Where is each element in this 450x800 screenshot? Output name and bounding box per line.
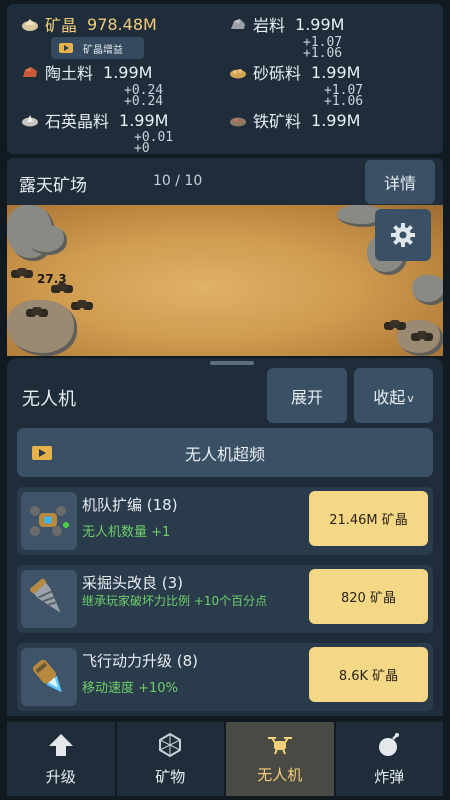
rock — [27, 225, 67, 255]
drill-head-icon — [21, 570, 77, 628]
boost-label: 矿晶增益 — [83, 44, 123, 56]
resource-value: 1.99M — [311, 62, 361, 82]
panel-title: 无人机 — [22, 389, 76, 410]
resource-name: 砂砾料 — [253, 64, 302, 83]
resource-iron-ore: 铁矿料 1.99M — [229, 108, 360, 132]
resource-name: 石英晶料 — [45, 112, 110, 131]
bomb-icon — [379, 732, 400, 756]
settings-button[interactable] — [375, 209, 431, 261]
resource-delta: +0.24 +0.24 — [124, 83, 164, 109]
iron-ore-icon — [230, 117, 246, 127]
resource-delta: +0.01 +0 — [134, 130, 174, 156]
crystal-icon — [22, 19, 38, 31]
tab-upgrade[interactable]: 升级 — [7, 722, 115, 796]
chevron-down-icon: v — [407, 392, 414, 405]
resource-value: 1.99M — [295, 14, 345, 34]
video-ad-icon — [59, 43, 73, 53]
quartz-icon — [22, 115, 38, 127]
rock-icon — [231, 19, 245, 29]
thruster-icon — [21, 648, 77, 706]
tab-bomb[interactable]: 炸弹 — [335, 722, 443, 796]
upgrade-row: 飞行动力升级 (8) 移动速度 +10% 8.6K 矿晶 — [17, 643, 433, 711]
resource-delta: +1.07 +1.06 — [324, 83, 364, 109]
mine-title: 露天矿场 — [19, 176, 87, 196]
resource-value: 978.48M — [87, 14, 157, 34]
bottom-nav: 升级 矿物 无人机 炸弹 — [7, 722, 443, 796]
buy-upgrade-button[interactable]: 8.6K 矿晶 — [309, 647, 428, 702]
upgrade-row: 机队扩编 (18) 无人机数量 +1 21.46M 矿晶 — [17, 487, 433, 555]
detail-button[interactable]: 详情 — [365, 160, 435, 204]
tab-label: 升级 — [45, 767, 76, 786]
drone-unit — [77, 300, 87, 308]
gravel-icon — [230, 69, 246, 79]
tab-label: 矿物 — [155, 767, 186, 786]
rock — [7, 300, 77, 356]
resource-name: 岩料 — [253, 16, 286, 35]
collapse-label: 收起 — [373, 387, 406, 407]
tab-minerals[interactable]: 矿物 — [116, 722, 224, 796]
mineral-icon — [159, 732, 182, 757]
resource-gravel: 砂砾料 1.99M — [229, 60, 360, 84]
resource-delta: +1.07 +1.06 — [303, 35, 343, 61]
upgrade-title: 采掘头改良 (3) — [82, 574, 184, 592]
upgrade-desc: 无人机数量 +1 — [82, 525, 171, 540]
up-arrow-icon — [48, 733, 73, 756]
resource-clay: 陶土料 1.99M — [21, 60, 152, 84]
resource-panel: 矿晶 978.48M 矿晶增益 岩料 1.99M +1.07 +1.06 陶土料 … — [7, 4, 443, 156]
upgrade-title: 飞行动力升级 (8) — [82, 652, 199, 670]
drone-unit — [417, 331, 427, 339]
resource-name: 陶土料 — [45, 64, 94, 83]
resource-quartz: 石英晶料 1.99M — [21, 108, 168, 132]
upgrade-desc: 继承玩家破坏力比例 +10个百分点 — [82, 594, 268, 608]
crystal-boost-button[interactable]: 矿晶增益 — [51, 37, 144, 59]
rock — [412, 275, 443, 305]
drone-overclock-button[interactable]: 无人机超频 — [17, 428, 433, 477]
tab-label: 炸弹 — [374, 767, 405, 786]
mine-count: 10 / 10 — [153, 173, 203, 189]
clay-icon — [23, 67, 37, 77]
drone-icon — [267, 736, 292, 754]
resource-value: 1.99M — [311, 110, 361, 130]
buy-upgrade-button[interactable]: 820 矿晶 — [309, 569, 428, 624]
upgrade-title: 机队扩编 (18) — [82, 496, 178, 514]
expand-button[interactable]: 展开 — [267, 368, 347, 423]
resource-value: 1.99M — [119, 110, 169, 130]
resource-name: 铁矿料 — [253, 112, 302, 131]
mine-header: 露天矿场 10 / 10 详情 — [7, 158, 443, 205]
buy-upgrade-button[interactable]: 21.46M 矿晶 — [309, 491, 428, 546]
drone-panel: 无人机 展开 收起 v 无人机超频 机队扩编 (18) 无人机数量 +1 21.4… — [7, 358, 443, 716]
video-ad-icon — [32, 446, 52, 460]
overclock-label: 无人机超频 — [184, 444, 265, 464]
upgrade-row: 采掘头改良 (3) 继承玩家破坏力比例 +10个百分点 820 矿晶 — [17, 565, 433, 633]
drag-handle[interactable] — [210, 361, 254, 365]
resource-name: 矿晶 — [45, 16, 78, 35]
upgrade-desc: 移动速度 +10% — [82, 681, 178, 696]
drone-unit — [390, 320, 400, 328]
damage-number: 27.3 — [37, 272, 67, 286]
tab-label: 无人机 — [257, 765, 303, 784]
resource-value: 1.99M — [103, 62, 153, 82]
resource-crystal: 矿晶 978.48M — [21, 12, 157, 36]
resource-rock: 岩料 1.99M — [229, 12, 344, 36]
tab-drone[interactable]: 无人机 — [226, 722, 334, 796]
drone-unit — [32, 307, 42, 315]
drone-squad-icon — [21, 492, 77, 550]
gear-icon — [391, 223, 415, 247]
drone-unit — [17, 268, 27, 276]
collapse-button[interactable]: 收起 v — [354, 368, 433, 423]
